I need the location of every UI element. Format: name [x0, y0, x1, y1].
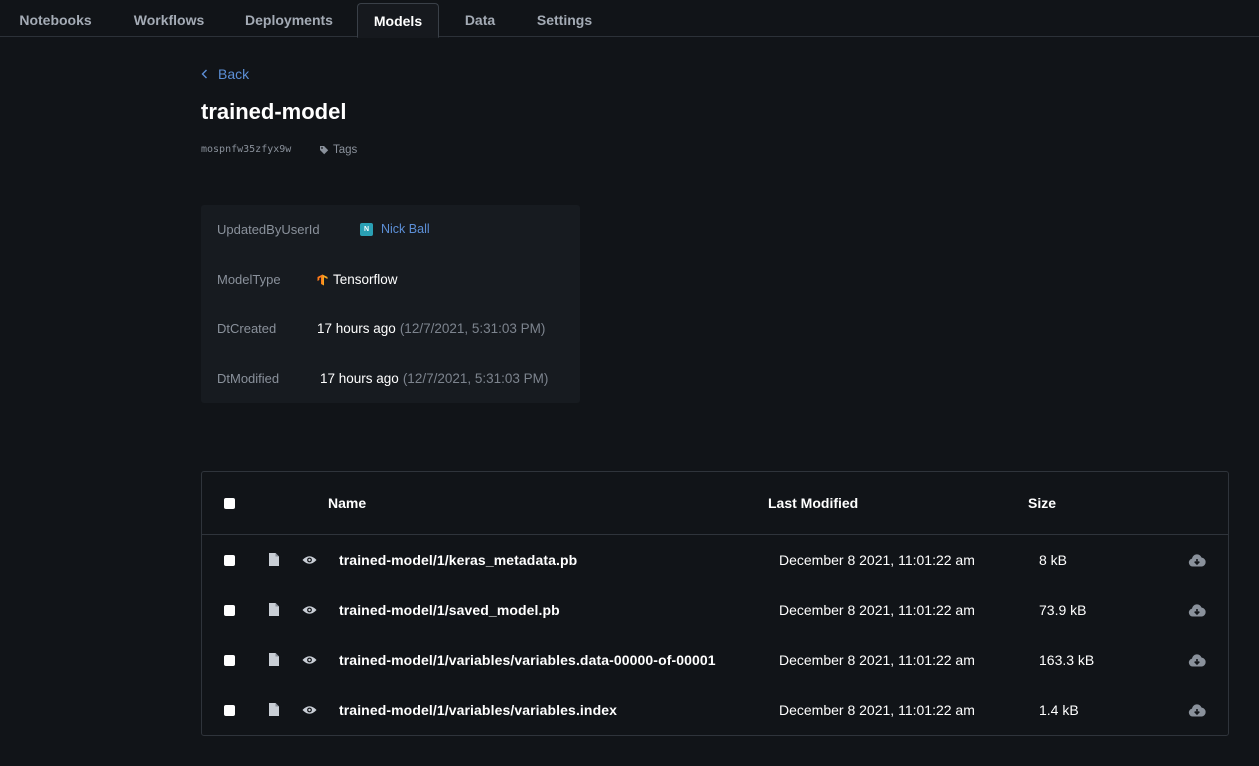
- model-details-card: UpdatedByUserId N Nick Ball ModelType Te…: [201, 205, 580, 403]
- page-title: trained-model: [201, 99, 347, 124]
- download-icon[interactable]: [1188, 554, 1206, 567]
- file-size: 73.9 kB: [1039, 602, 1087, 618]
- tensorflow-icon: [317, 274, 328, 286]
- file-name[interactable]: trained-model/1/variables/variables.inde…: [339, 702, 617, 718]
- file-last-modified: December 8 2021, 11:01:22 am: [779, 652, 975, 668]
- file-size: 163.3 kB: [1039, 652, 1095, 668]
- file-icon: [269, 603, 279, 616]
- table-row: trained-model/1/keras_metadata.pb Decemb…: [202, 535, 1228, 585]
- file-size: 8 kB: [1039, 552, 1068, 568]
- dt-created-relative: 17 hours ago: [317, 321, 396, 336]
- tab-workflows[interactable]: Workflows: [118, 3, 220, 37]
- row-checkbox[interactable]: [224, 655, 235, 666]
- download-icon[interactable]: [1188, 654, 1206, 667]
- back-label: Back: [218, 66, 250, 82]
- dt-modified-relative: 17 hours ago: [320, 371, 399, 386]
- files-table: Name Last Modified Size trained-model/1/…: [201, 471, 1229, 736]
- eye-icon[interactable]: [302, 705, 317, 715]
- table-row: trained-model/1/variables/variables.data…: [202, 635, 1228, 685]
- column-name[interactable]: Name: [328, 495, 366, 511]
- dt-created-absolute: (12/7/2021, 5:31:03 PM): [399, 321, 546, 336]
- user-link[interactable]: Nick Ball: [381, 221, 430, 237]
- table-header: Name Last Modified Size: [202, 472, 1228, 535]
- chevron-left-icon: [201, 69, 207, 79]
- tags-label: Tags: [333, 144, 358, 156]
- file-name[interactable]: trained-model/1/variables/variables.data…: [339, 652, 716, 668]
- file-icon: [269, 653, 279, 666]
- row-checkbox[interactable]: [224, 605, 235, 616]
- tab-deployments[interactable]: Deployments: [228, 3, 350, 37]
- eye-icon[interactable]: [302, 605, 317, 615]
- file-last-modified: December 8 2021, 11:01:22 am: [779, 602, 975, 618]
- column-last-modified[interactable]: Last Modified: [768, 495, 858, 511]
- model-type-text: Tensorflow: [333, 272, 398, 287]
- file-name[interactable]: trained-model/1/saved_model.pb: [339, 602, 560, 618]
- tags-button[interactable]: Tags: [319, 143, 357, 157]
- file-last-modified: December 8 2021, 11:01:22 am: [779, 702, 975, 718]
- model-type-label: ModelType: [217, 272, 281, 287]
- eye-icon[interactable]: [302, 555, 317, 565]
- tab-settings[interactable]: Settings: [521, 3, 608, 37]
- download-icon[interactable]: [1188, 604, 1206, 617]
- dt-created-label: DtCreated: [217, 321, 277, 336]
- table-row: trained-model/1/saved_model.pb December …: [202, 585, 1228, 635]
- model-id: mospnfw35zfyx9w: [201, 144, 292, 155]
- avatar: N: [360, 222, 373, 236]
- tab-notebooks[interactable]: Notebooks: [0, 3, 111, 37]
- back-link[interactable]: Back: [201, 64, 249, 84]
- download-icon[interactable]: [1188, 704, 1206, 717]
- table-row: trained-model/1/variables/variables.inde…: [202, 685, 1228, 735]
- top-navigation: Notebooks Workflows Deployments Models D…: [0, 0, 1259, 38]
- model-type-value: Tensorflow: [317, 272, 398, 288]
- file-icon: [269, 553, 279, 566]
- updated-by-value: N Nick Ball: [360, 221, 430, 237]
- tab-models[interactable]: Models: [357, 3, 439, 38]
- column-size[interactable]: Size: [1028, 495, 1056, 511]
- dt-created-value: 17 hours ago (12/7/2021, 5:31:03 PM): [317, 321, 545, 337]
- file-size: 1.4 kB: [1039, 702, 1079, 718]
- dt-modified-label: DtModified: [217, 371, 280, 386]
- tag-icon: [320, 146, 329, 155]
- row-checkbox[interactable]: [224, 555, 235, 566]
- select-all-checkbox[interactable]: [224, 498, 235, 509]
- updated-by-label: UpdatedByUserId: [217, 222, 320, 237]
- dt-modified-value: 17 hours ago (12/7/2021, 5:31:03 PM): [320, 371, 548, 387]
- dt-modified-absolute: (12/7/2021, 5:31:03 PM): [402, 371, 549, 386]
- tab-data[interactable]: Data: [448, 3, 512, 37]
- file-name[interactable]: trained-model/1/keras_metadata.pb: [339, 552, 577, 568]
- eye-icon[interactable]: [302, 655, 317, 665]
- row-checkbox[interactable]: [224, 705, 235, 716]
- file-icon: [269, 703, 279, 716]
- file-last-modified: December 8 2021, 11:01:22 am: [779, 552, 975, 568]
